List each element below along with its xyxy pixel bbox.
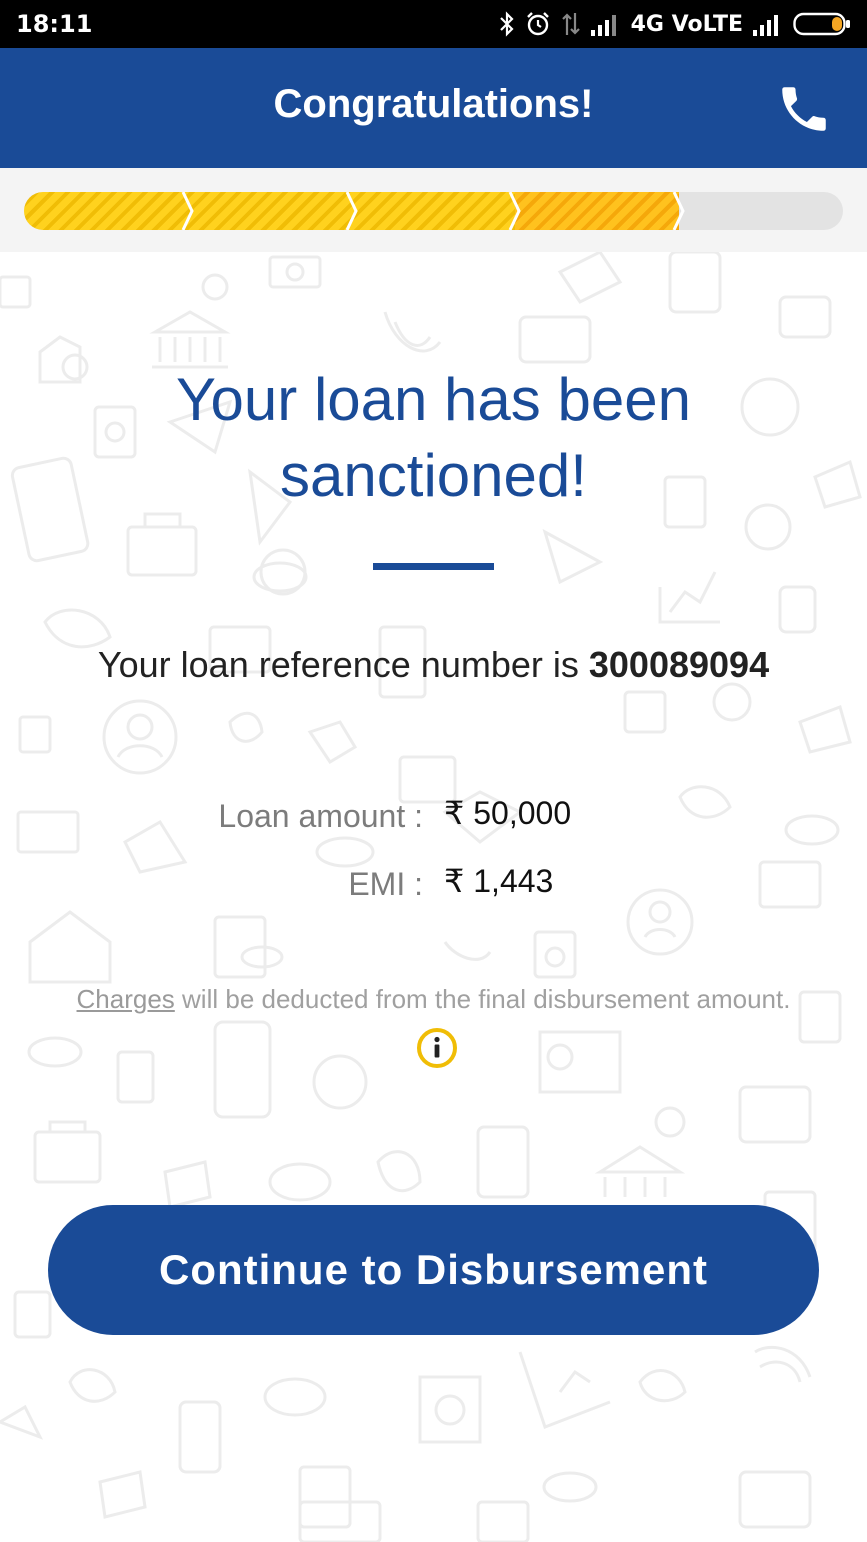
phone-icon	[782, 87, 826, 131]
bluetooth-icon	[499, 11, 514, 37]
progress-step-divider	[345, 192, 358, 230]
charges-note: Charges will be deducted from the final …	[60, 974, 807, 1074]
progress-step-divider	[509, 192, 522, 230]
charges-link[interactable]: Charges	[77, 984, 175, 1014]
signal-icon	[753, 15, 778, 36]
reference-line: Your loan reference number is 300089094	[0, 644, 867, 686]
loan-amount-value: ₹ 50,000	[444, 795, 572, 831]
loan-amount-label: Loan amount :	[218, 798, 423, 834]
status-time: 18:11	[16, 10, 93, 38]
status-bar: 18:11 4G VoLTE	[0, 0, 867, 48]
app-header: Congratulations!	[0, 48, 867, 168]
charges-text: will be deducted from the final disburse…	[182, 984, 791, 1014]
emi-value: ₹ 1,443	[444, 863, 554, 899]
network-label: 4G VoLTE	[630, 11, 743, 37]
info-icon[interactable]	[416, 1027, 458, 1069]
alarm-icon	[526, 12, 549, 36]
progress-bar	[24, 192, 843, 230]
emi-label: EMI :	[348, 866, 423, 902]
signal-icon	[590, 15, 616, 36]
progress-section	[0, 168, 867, 252]
progress-step-divider	[181, 192, 194, 230]
call-button[interactable]	[775, 80, 833, 138]
progress-current-step	[515, 192, 680, 230]
data-arrows-icon	[561, 13, 580, 35]
battery-icon	[793, 12, 850, 36]
status-icons: 4G VoLTE	[499, 11, 851, 37]
sanction-heading: Your loan has been sanctioned!	[176, 366, 691, 509]
continue-to-disbursement-button[interactable]: Continue to Disbursement	[48, 1205, 819, 1335]
reference-label: Your loan reference number is	[97, 644, 579, 685]
heading-divider	[373, 563, 494, 570]
reference-number: 300089094	[588, 644, 770, 685]
progress-step-divider	[672, 192, 685, 230]
page-title: Congratulations!	[273, 82, 594, 126]
